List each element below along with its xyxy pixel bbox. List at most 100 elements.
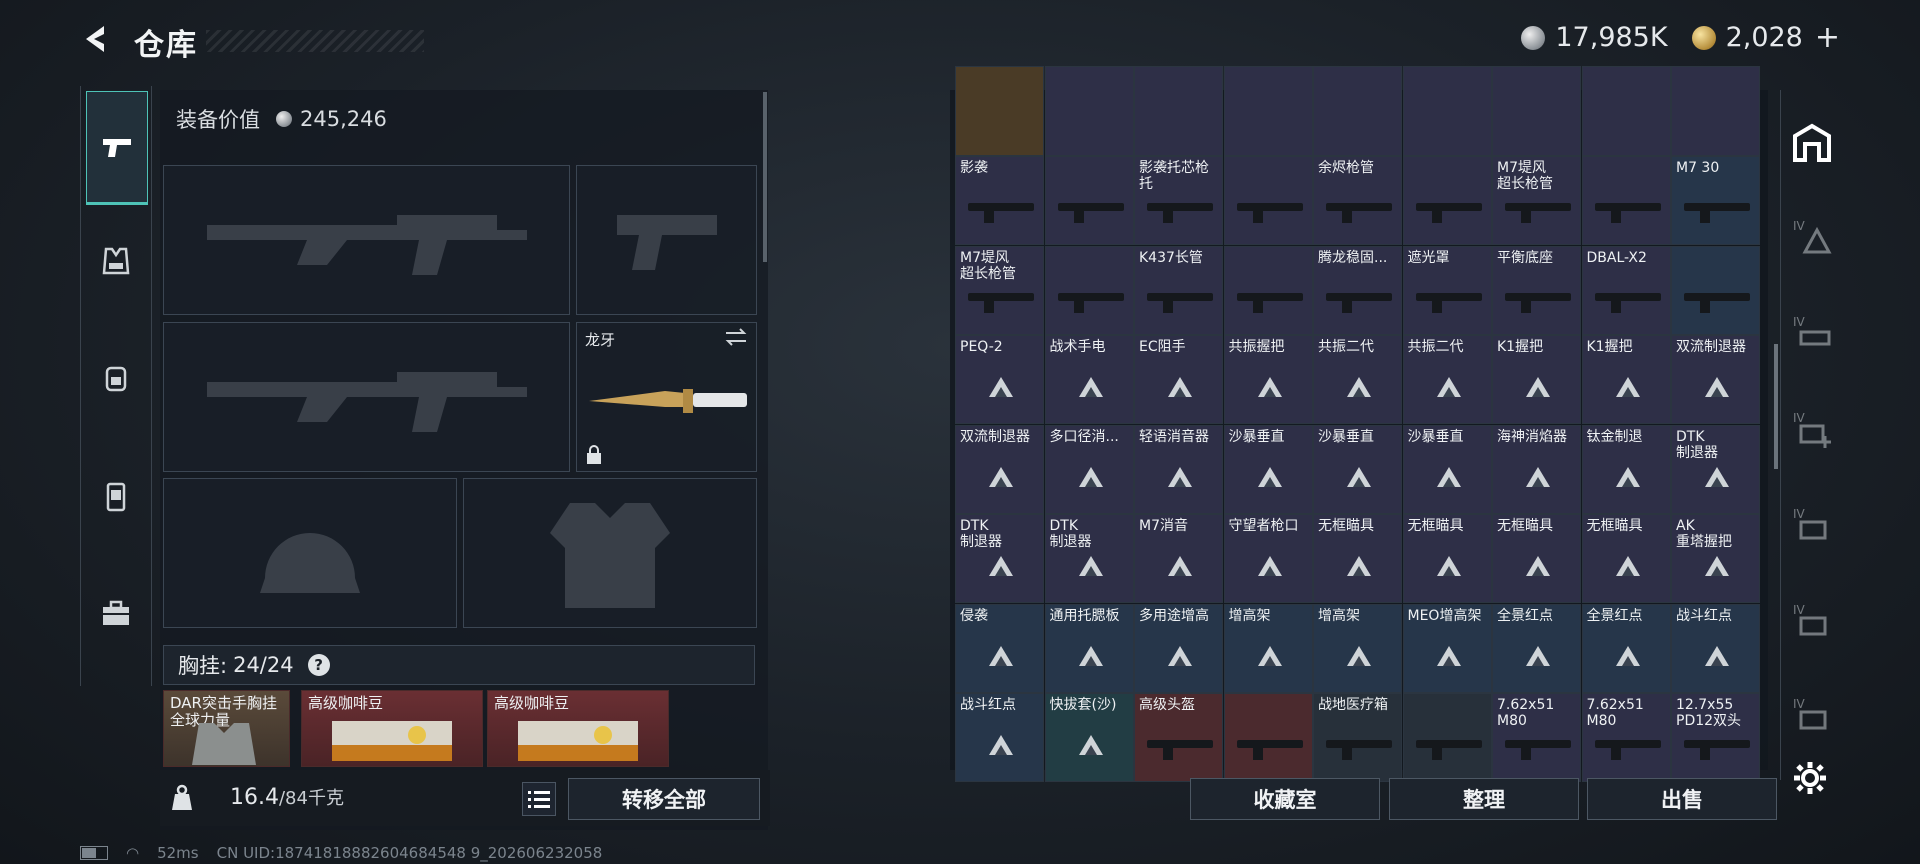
storage-item-cell[interactable]: 影袭托芯枪托	[1134, 156, 1223, 245]
storage-item-cell[interactable]	[1313, 66, 1402, 156]
medical-tier-icon[interactable]: IV	[1791, 408, 1833, 450]
storage-item-cell[interactable]: 增高架	[1223, 603, 1313, 693]
nav-toolbox[interactable]	[86, 583, 146, 643]
misc-tier-icon[interactable]: IV	[1791, 694, 1833, 736]
storage-item-cell[interactable]: 侵袭	[955, 603, 1044, 693]
storage-item-cell[interactable]: 遮光罩	[1402, 245, 1492, 335]
secondary-weapon-slot[interactable]	[163, 322, 570, 472]
storage-item-cell[interactable]: 余烬枪管	[1313, 156, 1402, 245]
storage-item-cell[interactable]: K1握把	[1581, 335, 1671, 424]
storage-item-cell[interactable]	[1402, 693, 1492, 782]
storage-item-cell[interactable]	[1223, 693, 1313, 782]
storage-item-cell[interactable]: DTK 制退器	[955, 514, 1044, 603]
storage-item-cell[interactable]: K437长管	[1134, 245, 1223, 335]
storage-item-cell[interactable]: 双流制退器	[1671, 335, 1760, 424]
tool-tier-icon[interactable]: IV	[1791, 600, 1833, 642]
storage-item-cell[interactable]: 沙暴垂直	[1402, 424, 1492, 514]
storage-item-cell[interactable]: 沙暴垂直	[1313, 424, 1402, 514]
melee-slot[interactable]: 龙牙	[576, 322, 757, 472]
storage-item-cell[interactable]: AK 重塔握把	[1671, 514, 1760, 603]
vest-item-card[interactable]: DAR突击手胸挂 全球力量	[163, 690, 290, 767]
storage-item-cell[interactable]: 增高架	[1313, 603, 1402, 693]
storage-item-cell[interactable]: 多用途增高	[1134, 603, 1223, 693]
storage-item-cell[interactable]: 无框瞄具	[1581, 514, 1671, 603]
storage-item-cell[interactable]: M7 30	[1671, 156, 1760, 245]
storage-item-cell[interactable]: 平衡底座	[1492, 245, 1581, 335]
storage-item-cell[interactable]: 沙暴垂直	[1223, 424, 1313, 514]
storage-item-cell[interactable]: 轻语消音器	[1134, 424, 1223, 514]
storage-item-cell[interactable]: 腾龙稳固...	[1313, 245, 1402, 335]
equipment-tier-icon[interactable]: IV	[1791, 216, 1833, 258]
storage-item-cell[interactable]: DBAL-X2	[1581, 245, 1671, 335]
storage-item-cell[interactable]: 多口径消...	[1044, 424, 1134, 514]
storage-item-cell[interactable]	[1581, 66, 1671, 156]
storage-item-cell[interactable]	[1581, 156, 1671, 245]
storage-item-cell[interactable]: 战地医疗箱	[1313, 693, 1402, 782]
storage-scrollbar[interactable]	[1774, 344, 1778, 469]
storage-item-cell[interactable]: MEO增高架	[1402, 603, 1492, 693]
nav-vest[interactable]	[86, 231, 146, 291]
armor-slot[interactable]	[463, 478, 757, 628]
sort-button[interactable]: 整理	[1389, 778, 1579, 820]
transfer-all-button[interactable]: 转移全部	[568, 778, 760, 820]
nav-case[interactable]	[86, 466, 146, 526]
storage-item-cell[interactable]: 战斗红点	[1671, 603, 1760, 693]
storage-item-cell[interactable]: 共振握把	[1223, 335, 1313, 424]
primary-weapon-slot[interactable]	[163, 165, 570, 315]
storage-item-cell[interactable]	[955, 66, 1044, 156]
storage-item-cell[interactable]: 影袭	[955, 156, 1044, 245]
storage-item-cell[interactable]: 海神消焰器	[1492, 424, 1581, 514]
storage-item-cell[interactable]: 7.62x51 M80	[1492, 693, 1581, 782]
storage-item-cell[interactable]: 战斗红点	[955, 693, 1044, 782]
storage-item-cell[interactable]: 全景红点	[1492, 603, 1581, 693]
back-arrow-icon[interactable]	[78, 22, 112, 56]
storage-item-cell[interactable]: 无框瞄具	[1492, 514, 1581, 603]
weapon-tier-icon[interactable]: IV	[1791, 312, 1833, 354]
storage-item-cell[interactable]: 高级头盔	[1134, 693, 1223, 782]
storage-item-cell[interactable]: EC阻手	[1134, 335, 1223, 424]
sell-button[interactable]: 出售	[1587, 778, 1777, 820]
settings-gear-icon[interactable]	[1792, 760, 1828, 796]
storage-item-cell[interactable]	[1402, 156, 1492, 245]
storage-item-cell[interactable]: 12.7x55 PD12双头	[1671, 693, 1760, 782]
storage-item-cell[interactable]: M7堤风 超长枪管	[1492, 156, 1581, 245]
help-button[interactable]: ?	[307, 654, 330, 676]
sidearm-slot[interactable]	[576, 165, 757, 315]
storage-item-cell[interactable]	[1044, 66, 1134, 156]
storage-item-cell[interactable]	[1223, 156, 1313, 245]
storage-item-cell[interactable]: PEQ-2	[955, 335, 1044, 424]
storage-item-cell[interactable]: 无框瞄具	[1402, 514, 1492, 603]
storage-item-cell[interactable]	[1402, 66, 1492, 156]
storage-item-cell[interactable]	[1044, 156, 1134, 245]
coffee-item-card[interactable]: 高级咖啡豆	[301, 690, 483, 767]
list-view-button[interactable]	[522, 782, 556, 816]
storage-item-cell[interactable]	[1223, 66, 1313, 156]
storage-item-cell[interactable]: 共振二代	[1313, 335, 1402, 424]
storage-item-cell[interactable]	[1492, 66, 1581, 156]
storage-item-cell[interactable]	[1134, 66, 1223, 156]
equipment-scrollbar[interactable]	[763, 92, 767, 262]
storage-item-cell[interactable]	[1671, 66, 1760, 156]
storage-item-cell[interactable]: 无框瞄具	[1313, 514, 1402, 603]
helmet-slot[interactable]	[163, 478, 457, 628]
storage-item-cell[interactable]: DTK 制退器	[1671, 424, 1760, 514]
swap-icon[interactable]	[724, 327, 748, 347]
storage-item-cell[interactable]: M7堤风 超长枪管	[955, 245, 1044, 335]
storage-item-cell[interactable]: 7.62x51 M80	[1581, 693, 1671, 782]
nav-weapons[interactable]	[86, 91, 148, 205]
storage-item-cell[interactable]: 全景红点	[1581, 603, 1671, 693]
storage-item-cell[interactable]: 战术手电	[1044, 335, 1134, 424]
storage-item-cell[interactable]: K1握把	[1492, 335, 1581, 424]
storage-item-cell[interactable]	[1671, 245, 1760, 335]
storage-item-cell[interactable]	[1223, 245, 1313, 335]
add-currency-button[interactable]: +	[1815, 20, 1840, 55]
storage-item-cell[interactable]: M7消音	[1134, 514, 1223, 603]
coffee-item-card[interactable]: 高级咖啡豆	[487, 690, 669, 767]
warehouse-icon[interactable]	[1791, 122, 1833, 164]
storage-item-cell[interactable]: 共振二代	[1402, 335, 1492, 424]
collection-room-button[interactable]: 收藏室	[1190, 778, 1380, 820]
storage-item-cell[interactable]: DTK 制退器	[1044, 514, 1134, 603]
storage-item-cell[interactable]	[1044, 245, 1134, 335]
ammo-tier-icon[interactable]: IV	[1791, 504, 1833, 546]
storage-item-cell[interactable]: 守望者枪口	[1223, 514, 1313, 603]
